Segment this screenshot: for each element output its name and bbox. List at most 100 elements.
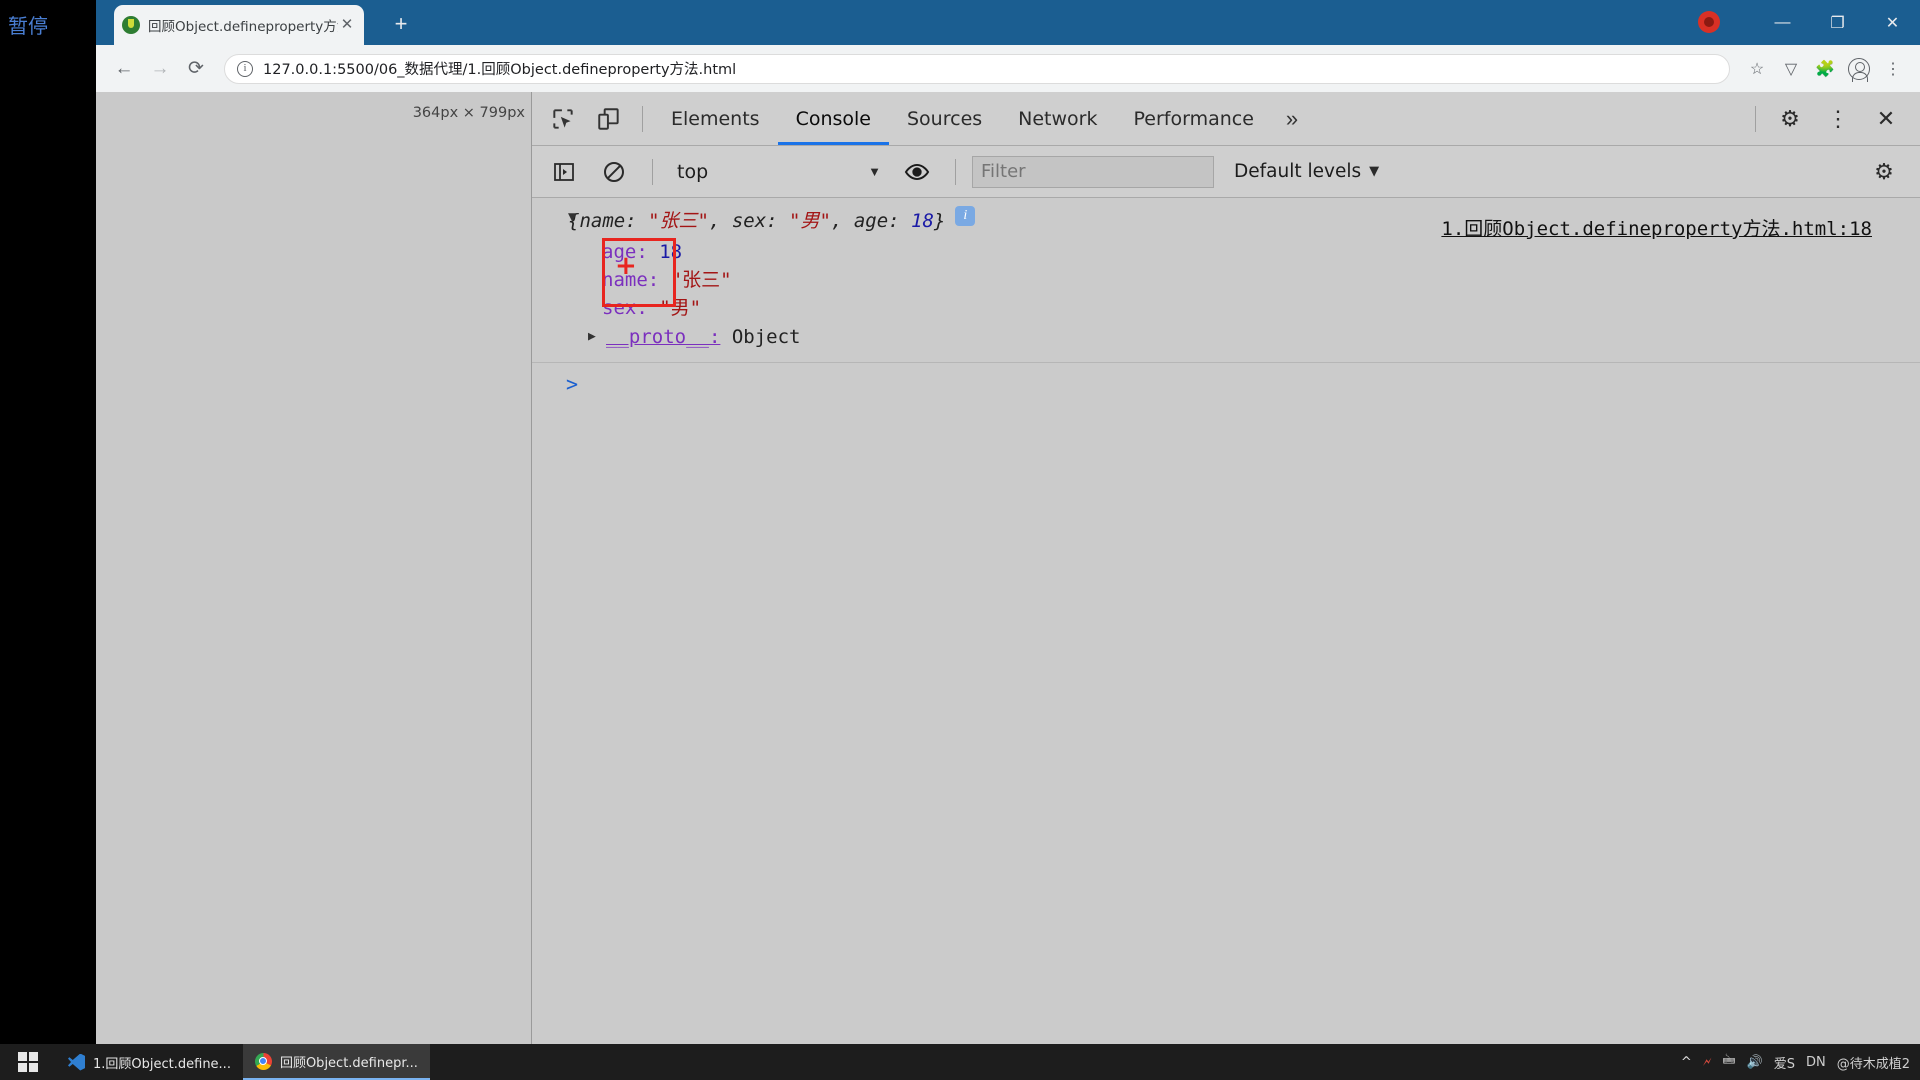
- filterbar-divider-2: [955, 158, 956, 185]
- extensions-puzzle-icon[interactable]: 🧩: [1810, 54, 1840, 84]
- back-icon[interactable]: ←: [108, 53, 140, 85]
- tab-network[interactable]: Network: [1000, 93, 1115, 145]
- filterbar-divider-1: [652, 158, 653, 185]
- more-tabs-icon[interactable]: »: [1272, 106, 1312, 132]
- watermark-text-b: DN: [1805, 1054, 1826, 1070]
- devtools-right-controls: ⚙ ⋮ ✕: [1745, 97, 1920, 141]
- devtools-tabbar: Elements Console Sources Network Perform…: [532, 92, 1920, 146]
- browser-toolbar: ← → ⟳ i 127.0.0.1:5500/06_数据代理/1.回顾Objec…: [96, 45, 1920, 92]
- preview-age-value: 18: [911, 210, 934, 232]
- devtools-kebab-icon[interactable]: ⋮: [1814, 97, 1862, 141]
- content-area: 364px × 799px Elements Console Sources N…: [96, 92, 1920, 1045]
- console-filter-bar: top ▼ Default levels ▼: [532, 146, 1920, 198]
- devtools-panel: Elements Console Sources Network Perform…: [532, 92, 1920, 1045]
- toolbar-divider: [642, 105, 643, 132]
- site-info-icon[interactable]: i: [237, 60, 253, 77]
- property-value: "男": [659, 297, 702, 319]
- preview-sex-value: "男": [789, 210, 831, 232]
- windows-taskbar: 1.回顾Object.define... 回顾Object.definepr..…: [0, 1044, 1920, 1080]
- window-controls: — ❐ ✕: [1755, 0, 1920, 45]
- disclosure-triangle-icon[interactable]: ▶: [588, 322, 596, 352]
- watermark-text-a: 爱S: [1773, 1056, 1795, 1072]
- console-prompt[interactable]: >: [532, 363, 1920, 405]
- inspect-element-icon[interactable]: [540, 97, 586, 141]
- property-value: "张三": [670, 269, 732, 291]
- property-row-sex[interactable]: sex: "男": [602, 294, 1920, 322]
- reload-icon[interactable]: ⟳: [180, 53, 212, 85]
- tab-title: 回顾Object.defineproperty方法: [148, 19, 338, 35]
- gear-icon[interactable]: ⚙: [1766, 97, 1814, 141]
- address-bar[interactable]: i 127.0.0.1:5500/06_数据代理/1.回顾Object.defi…: [224, 53, 1730, 84]
- chrome-menu-icon[interactable]: ⋮: [1878, 54, 1908, 84]
- taskbar-item-chrome[interactable]: 回顾Object.definepr...: [242, 1044, 430, 1080]
- bookmark-star-icon[interactable]: ☆: [1742, 54, 1772, 84]
- new-tab-button[interactable]: +: [386, 10, 416, 40]
- site-favicon-icon: [122, 16, 140, 34]
- profile-indicator-icon[interactable]: [1698, 11, 1720, 33]
- log-levels-select[interactable]: Default levels ▼: [1234, 161, 1379, 182]
- tab-performance[interactable]: Performance: [1116, 93, 1272, 145]
- extension-vimium-icon[interactable]: ▽: [1776, 54, 1806, 84]
- devtools-close-icon[interactable]: ✕: [1862, 97, 1910, 141]
- tab-elements[interactable]: Elements: [653, 93, 778, 145]
- browser-tab[interactable]: 回顾Object.defineproperty方法 ✕: [114, 5, 364, 45]
- taskbar-item-vscode[interactable]: 1.回顾Object.define...: [56, 1044, 243, 1080]
- disclosure-triangle-icon[interactable]: ▼: [568, 209, 582, 225]
- close-icon[interactable]: ✕: [338, 16, 356, 34]
- console-sidebar-toggle-icon[interactable]: [542, 152, 586, 192]
- console-message[interactable]: ▼ {name: "张三", sex: "男", age: 18} i 1.回顾…: [532, 198, 1920, 363]
- right-divider: [1755, 105, 1756, 132]
- property-key: age:: [602, 241, 648, 263]
- info-badge-icon[interactable]: i: [955, 206, 976, 226]
- property-row-age[interactable]: age: 18: [602, 238, 1920, 266]
- taskbar-item-label: 回顾Object.definepr...: [279, 1055, 418, 1071]
- preview-close: }: [933, 210, 946, 232]
- chevron-down-icon: ▼: [868, 164, 881, 179]
- watermark-text-c: @待木成植2: [1836, 1056, 1910, 1072]
- taskbar-item-label: 1.回顾Object.define...: [93, 1056, 231, 1072]
- vscode-icon: [68, 1053, 85, 1071]
- tab-strip: 回顾Object.defineproperty方法 ✕ + — ❐ ✕: [96, 0, 1920, 45]
- filter-input[interactable]: [972, 155, 1214, 188]
- property-row-name[interactable]: name: "张三": [602, 266, 1920, 294]
- chrome-icon: [254, 1052, 272, 1070]
- tray-volume-icon[interactable]: 🔊: [1747, 1055, 1763, 1070]
- proto-key: __proto__:: [606, 326, 721, 348]
- address-bar-url: 127.0.0.1:5500/06_数据代理/1.回顾Object.define…: [263, 62, 737, 78]
- tab-sources[interactable]: Sources: [889, 93, 1000, 145]
- object-preview: {name: "张三", sex: "男", age: 18}: [568, 206, 945, 233]
- proto-value: Object: [731, 326, 801, 348]
- object-property-list: age: 18 name: "张三" sex: "男": [532, 238, 1920, 322]
- chrome-browser-window: 回顾Object.defineproperty方法 ✕ + — ❐ ✕ ← → …: [96, 0, 1920, 1045]
- log-levels-label: Default levels: [1234, 161, 1362, 182]
- prompt-caret-icon: >: [566, 372, 579, 396]
- execution-context-value: top: [677, 160, 709, 183]
- console-settings-gear-icon[interactable]: ⚙: [1860, 150, 1908, 194]
- viewport-size-badge: 364px × 799px: [412, 105, 525, 121]
- console-message-header: ▼ {name: "张三", sex: "男", age: 18} i 1.回顾…: [532, 206, 1920, 240]
- device-toolbar-icon[interactable]: [586, 97, 632, 141]
- preview-mid-2: , age:: [830, 210, 912, 232]
- clear-console-icon[interactable]: [592, 152, 636, 192]
- tab-console[interactable]: Console: [778, 93, 889, 145]
- minimize-button[interactable]: —: [1755, 0, 1810, 45]
- page-viewport[interactable]: 364px × 799px: [96, 92, 532, 1045]
- forward-icon[interactable]: →: [144, 53, 176, 85]
- profile-avatar-icon[interactable]: [1844, 54, 1874, 84]
- start-button[interactable]: [0, 1044, 56, 1080]
- filterbar-right: ⚙: [1860, 150, 1920, 194]
- preview-mid-1: , sex:: [708, 210, 790, 232]
- console-output[interactable]: ▼ {name: "张三", sex: "男", age: 18} i 1.回顾…: [532, 198, 1920, 1045]
- proto-row[interactable]: ▶ __proto__: Object: [532, 322, 1920, 352]
- tray-keyboard-icon[interactable]: 🖮: [1723, 1051, 1736, 1073]
- preview-name-value: "张三": [648, 210, 709, 232]
- windows-logo-icon: [17, 1051, 39, 1073]
- property-value: 18: [659, 241, 683, 263]
- tray-chevron-up-icon[interactable]: ^: [1681, 1055, 1692, 1070]
- window-close-button[interactable]: ✕: [1865, 0, 1920, 45]
- maximize-button[interactable]: ❐: [1810, 0, 1865, 45]
- execution-context-select[interactable]: top ▼: [669, 157, 889, 187]
- live-expression-eye-icon[interactable]: [895, 152, 939, 192]
- tray-flash-icon[interactable]: 🗲: [1703, 1055, 1712, 1070]
- source-link[interactable]: 1.回顾Object.defineproperty方法.html:18: [1441, 214, 1872, 241]
